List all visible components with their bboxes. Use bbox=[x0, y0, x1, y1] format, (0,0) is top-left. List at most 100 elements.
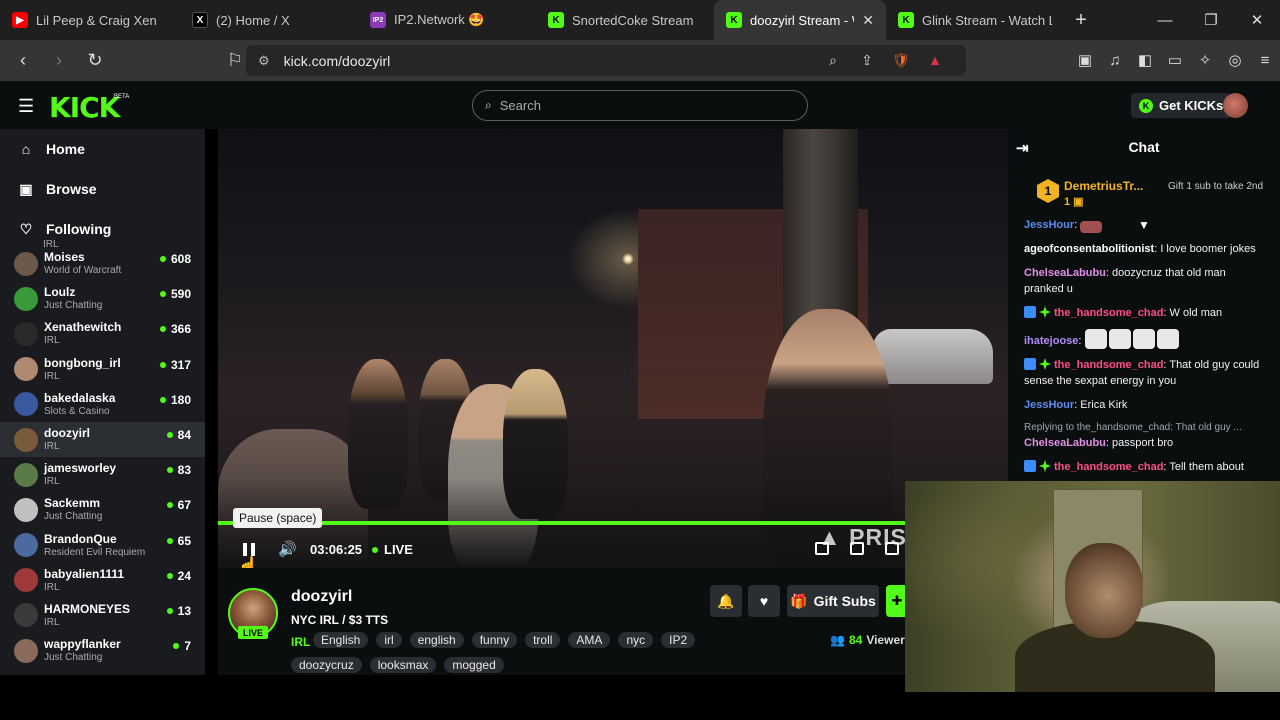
vpn-icon[interactable]: ◎ bbox=[1220, 45, 1250, 75]
chat-username[interactable]: the_handsome_chad bbox=[1054, 359, 1163, 371]
tab-title: IP2.Network 🤩 bbox=[394, 12, 485, 27]
sidebar-channel[interactable]: babyalien1111 IRL 24 bbox=[0, 563, 205, 598]
site-settings-icon[interactable]: ⚙ bbox=[258, 53, 270, 69]
browser-tab[interactable]: ▶ Lil Peep & Craig Xen bbox=[0, 0, 180, 40]
channel-viewer-count: 7 bbox=[184, 639, 191, 654]
browser-tab-active[interactable]: K doozyirl Stream - W ✕ bbox=[714, 0, 886, 40]
sidebar-channel[interactable]: Xenathewitch IRL 366 bbox=[0, 316, 205, 351]
reload-icon[interactable]: ↻ bbox=[80, 46, 110, 76]
sidebar-icon[interactable]: ◧ bbox=[1130, 45, 1160, 75]
sidebar-item-home[interactable]: ⌂ Home bbox=[0, 129, 205, 169]
sidebar-item-following[interactable]: ♡ Following bbox=[0, 209, 205, 249]
pause-tooltip: Pause (space) bbox=[233, 508, 323, 528]
chat-username[interactable]: ihatejoose bbox=[1024, 335, 1078, 347]
sidebar-channel[interactable]: Loulz Just Chatting 590 bbox=[0, 281, 205, 316]
channel-name: bongbong_irl bbox=[44, 355, 121, 370]
search-input[interactable]: ⌕ Search bbox=[472, 90, 808, 121]
stream-tag[interactable]: irl bbox=[376, 632, 402, 648]
gift-subs-button[interactable]: 🎁 Gift Subs bbox=[787, 585, 879, 617]
brave-rewards-icon[interactable]: ▲ bbox=[918, 52, 952, 68]
sidebar-item-browse[interactable]: ▣ Browse bbox=[0, 169, 205, 209]
chat-username[interactable]: ChelseaLabubu bbox=[1024, 437, 1106, 449]
get-kicks-button[interactable]: K Get KICKs bbox=[1131, 93, 1232, 118]
pip-icon[interactable] bbox=[850, 542, 864, 555]
back-icon[interactable]: ‹ bbox=[8, 46, 38, 76]
live-dot bbox=[159, 361, 166, 368]
channel-avatar bbox=[14, 568, 38, 593]
browser-tab[interactable]: IP2 IP2.Network 🤩 bbox=[358, 0, 536, 40]
sidebar-channel[interactable]: BrandonQue Resident Evil Requiem 65 bbox=[0, 528, 205, 563]
chat-username[interactable]: the_handsome_chad bbox=[1054, 461, 1163, 473]
chat-username[interactable]: ChelseaLabubu bbox=[1024, 267, 1106, 279]
live-dot bbox=[166, 467, 173, 474]
volume-icon[interactable]: 🔊 bbox=[278, 540, 297, 558]
stream-tag[interactable]: nyc bbox=[618, 632, 654, 648]
url-field[interactable]: ⚙ kick.com/doozyirl ⌕ ⇪ 🛡 ▲ bbox=[246, 45, 966, 76]
reader-icon[interactable]: ▣ bbox=[1070, 45, 1100, 75]
stream-tag[interactable]: funny bbox=[471, 632, 518, 648]
hamburger-menu-icon[interactable]: ☰ bbox=[18, 96, 34, 117]
theater-icon[interactable] bbox=[885, 542, 899, 555]
stream-tag[interactable]: AMA bbox=[568, 632, 611, 648]
clip-icon[interactable] bbox=[815, 542, 829, 555]
pause-button[interactable] bbox=[243, 541, 259, 557]
notification-bell-button[interactable]: 🔔 bbox=[710, 585, 742, 617]
sidebar-item-label: Home bbox=[46, 141, 85, 157]
stream-category[interactable]: IRL bbox=[291, 635, 310, 649]
minimize-icon[interactable]: — bbox=[1142, 0, 1188, 40]
sidebar-channel[interactable]: wappyflanker Just Chatting 7 bbox=[0, 633, 205, 668]
music-icon[interactable]: ♫ bbox=[1100, 45, 1130, 75]
new-tab-button[interactable]: + bbox=[1064, 0, 1098, 40]
restore-icon[interactable]: ❐ bbox=[1188, 0, 1234, 40]
sidebar-channel[interactable]: HARMONEYES IRL 13 bbox=[0, 598, 205, 633]
brave-shield-icon[interactable]: 🛡 bbox=[884, 52, 918, 69]
chat-username[interactable]: the_handsome_chad bbox=[1054, 307, 1163, 319]
sidebar-channel[interactable]: doozyirl IRL 84 bbox=[0, 421, 205, 458]
close-window-icon[interactable]: ✕ bbox=[1234, 0, 1280, 40]
menu-icon[interactable]: ≡ bbox=[1250, 45, 1280, 75]
stream-title: NYC IRL / $3 TTS bbox=[291, 613, 389, 627]
stream-tag[interactable]: english bbox=[409, 632, 464, 648]
chat-emote bbox=[1080, 221, 1103, 233]
user-avatar[interactable] bbox=[1223, 93, 1248, 118]
channel-viewer-count: 13 bbox=[177, 603, 191, 618]
channel-avatar bbox=[14, 357, 38, 382]
gift-leaderboard[interactable]: 1 DemetriusTr... 1 ▣ Gift 1 sub to take … bbox=[1008, 165, 1280, 219]
follow-heart-button[interactable]: ♥ bbox=[748, 585, 780, 617]
stream-tag[interactable]: troll bbox=[525, 632, 561, 648]
chat-messages: JessHour: ageofconsentabolitionist: I lo… bbox=[1008, 219, 1280, 483]
chat-username[interactable]: JessHour bbox=[1024, 399, 1074, 411]
url-actions: ⌕ ⇪ 🛡 ▲ bbox=[816, 45, 952, 75]
channel-avatar bbox=[14, 321, 38, 346]
stream-tag[interactable]: English bbox=[313, 632, 369, 648]
channel-viewers: 180 bbox=[159, 393, 191, 407]
streamer-name[interactable]: doozyirl bbox=[291, 588, 352, 606]
sidebar-channel[interactable]: jamesworley IRL 83 bbox=[0, 457, 205, 492]
chat-username[interactable]: JessHour bbox=[1024, 219, 1074, 231]
forward-icon[interactable]: › bbox=[44, 46, 74, 76]
browser-tab[interactable]: K SnortedCoke Stream bbox=[536, 0, 714, 40]
address-bar: ‹ › ↻ ⚐ ⚙ kick.com/doozyirl ⌕ ⇪ 🛡 ▲ ▣ ♫ … bbox=[0, 40, 1280, 81]
tab-title: Lil Peep & Craig Xen bbox=[36, 12, 157, 28]
zoom-icon[interactable]: ⌕ bbox=[816, 52, 850, 69]
browser-tab[interactable]: K Glink Stream - Watch Li bbox=[886, 0, 1064, 40]
share-icon[interactable]: ⇪ bbox=[850, 52, 884, 69]
stream-tag[interactable]: IP2 bbox=[661, 632, 696, 648]
kick-logo[interactable]: KICK bbox=[49, 91, 120, 124]
sidebar-channel[interactable]: Sackemm Just Chatting 67 bbox=[0, 492, 205, 527]
stream-tag[interactable]: doozycruz bbox=[291, 657, 362, 673]
stream-tag[interactable]: mogged bbox=[444, 657, 504, 673]
leo-icon[interactable]: ✧ bbox=[1190, 45, 1220, 75]
sidebar-channel[interactable]: bongbong_irl IRL 317 bbox=[0, 352, 205, 387]
wallet-icon[interactable]: ▭ bbox=[1160, 45, 1190, 75]
video-player[interactable] bbox=[218, 129, 1008, 568]
chat-username[interactable]: ageofconsentabolitionist bbox=[1024, 243, 1154, 255]
channel-category: Slots & Casino bbox=[44, 405, 110, 417]
browser-tab[interactable]: X (2) Home / X bbox=[180, 0, 358, 40]
sidebar-channel[interactable]: bakedalaska Slots & Casino 180 bbox=[0, 387, 205, 422]
close-tab-icon[interactable]: ✕ bbox=[862, 12, 874, 29]
sidebar-channel[interactable]: Moises World of Warcraft 608 bbox=[0, 246, 205, 281]
stream-tag[interactable]: looksmax bbox=[369, 657, 437, 673]
collapse-chat-icon[interactable]: ⇥ bbox=[1016, 139, 1029, 157]
live-dot bbox=[159, 291, 166, 298]
